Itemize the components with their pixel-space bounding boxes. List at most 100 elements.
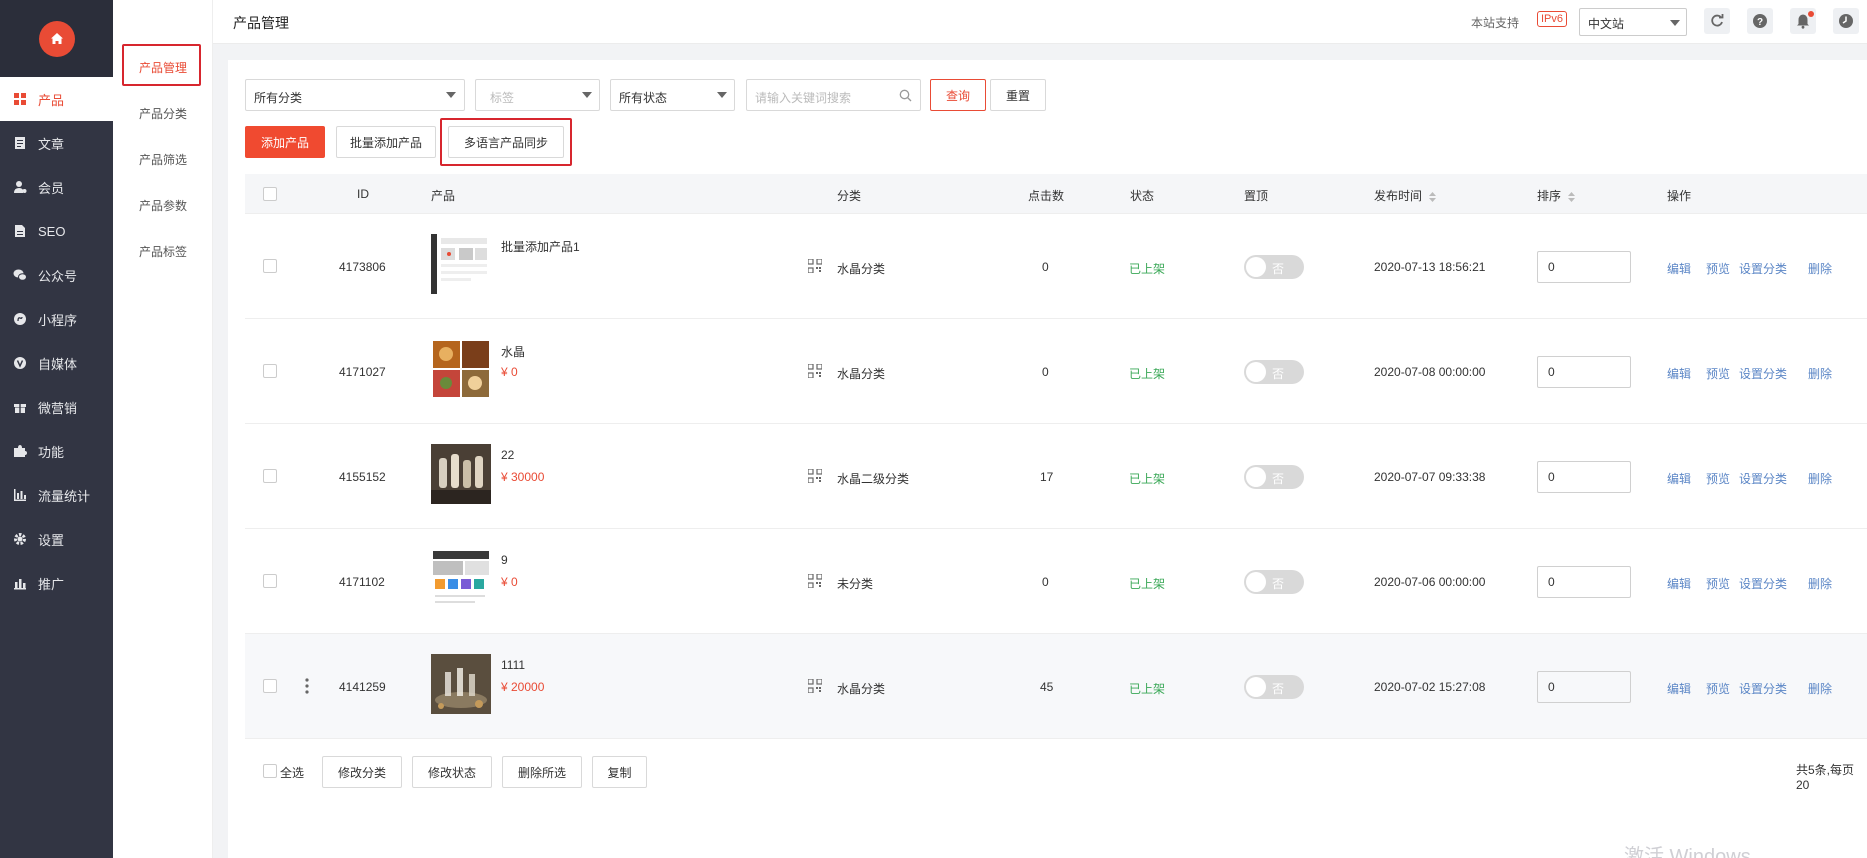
nav-item-members[interactable]: 会员	[0, 165, 113, 209]
subnav-item-product-management[interactable]: 产品管理	[123, 51, 213, 83]
pin-toggle[interactable]: 否	[1244, 360, 1304, 384]
edit-link[interactable]: 编辑	[1667, 365, 1691, 382]
product-name[interactable]: 1111	[501, 658, 525, 672]
table-row[interactable]: 4155152 22 ¥ 30000 水晶二级分类 17 已上架 否 2020-…	[245, 424, 1867, 529]
table-row[interactable]: 4173806 批量添加产品1 水晶分类 0 已上架 否 2020-07-13 …	[245, 214, 1867, 319]
product-name[interactable]: 9	[501, 553, 508, 567]
table-row[interactable]: 4171102 9 ¥ 0 未分类 0 已上架 否 2020-07-06 00:…	[245, 529, 1867, 634]
row-checkbox[interactable]	[263, 574, 277, 588]
product-thumbnail[interactable]	[431, 339, 491, 399]
notification-button[interactable]	[1790, 8, 1816, 34]
pin-toggle[interactable]: 否	[1244, 570, 1304, 594]
nav-item-articles[interactable]: 文章	[0, 121, 113, 165]
product-thumbnail[interactable]	[431, 234, 491, 294]
refresh-icon	[1711, 14, 1724, 27]
multi-language-sync-button[interactable]: 多语言产品同步	[448, 126, 564, 158]
sort-input[interactable]: 0	[1537, 356, 1631, 388]
table-row[interactable]: 4141259 1111 ¥ 20000 水晶分类 45 已上架 否 2020-…	[245, 634, 1867, 739]
qrcode-icon[interactable]	[808, 469, 822, 483]
history-button[interactable]	[1833, 8, 1859, 34]
sort-input[interactable]: 0	[1537, 461, 1631, 493]
nav-item-micro-marketing[interactable]: 微营销	[0, 385, 113, 429]
subnav-item-product-params[interactable]: 产品参数	[123, 189, 213, 221]
preview-link[interactable]: 预览	[1706, 260, 1730, 277]
product-thumbnail[interactable]	[431, 444, 491, 504]
home-icon[interactable]	[38, 20, 75, 57]
subnav-item-product-filter[interactable]: 产品筛选	[123, 143, 213, 175]
qrcode-icon[interactable]	[808, 574, 822, 588]
sort-input[interactable]: 0	[1537, 251, 1631, 283]
preview-link[interactable]: 预览	[1706, 680, 1730, 697]
col-sort[interactable]: 排序	[1537, 187, 1576, 204]
pin-toggle[interactable]: 否	[1244, 675, 1304, 699]
select-all-label[interactable]: 全选	[280, 764, 304, 781]
row-checkbox[interactable]	[263, 364, 277, 378]
language-select[interactable]: 中文站	[1579, 8, 1687, 36]
nav-item-products[interactable]: 产品	[0, 77, 113, 121]
nav-item-seo[interactable]: SEO	[0, 209, 113, 253]
add-product-button[interactable]: 添加产品	[245, 126, 325, 158]
reset-button[interactable]: 重置	[990, 79, 1046, 111]
edit-link[interactable]: 编辑	[1667, 575, 1691, 592]
pin-toggle[interactable]: 否	[1244, 465, 1304, 489]
nav-item-mini-program[interactable]: 小程序	[0, 297, 113, 341]
product-name[interactable]: 22	[501, 448, 514, 462]
change-category-button[interactable]: 修改分类	[322, 756, 402, 788]
status-filter-select[interactable]: 所有状态	[610, 79, 735, 111]
product-name[interactable]: 水晶	[501, 343, 525, 360]
nav-item-features[interactable]: 功能	[0, 429, 113, 473]
tag-filter-select[interactable]: 标签	[475, 79, 600, 111]
row-publish-time: 2020-07-06 00:00:00	[1374, 575, 1486, 589]
edit-link[interactable]: 编辑	[1667, 680, 1691, 697]
set-category-link[interactable]: 设置分类	[1739, 575, 1787, 592]
search-input[interactable]: 请输入关键词搜索	[746, 79, 921, 111]
subnav-item-product-category[interactable]: 产品分类	[123, 97, 213, 129]
delete-selected-button[interactable]: 删除所选	[502, 756, 582, 788]
qrcode-icon[interactable]	[808, 259, 822, 273]
delete-link[interactable]: 删除	[1808, 470, 1832, 487]
copy-button[interactable]: 复制	[592, 756, 647, 788]
set-category-link[interactable]: 设置分类	[1739, 680, 1787, 697]
nav-item-traffic-stats[interactable]: 流量统计	[0, 473, 113, 517]
qrcode-icon[interactable]	[808, 679, 822, 693]
row-checkbox[interactable]	[263, 259, 277, 273]
preview-link[interactable]: 预览	[1706, 365, 1730, 382]
table-row[interactable]: 4171027 水晶 ¥ 0 水晶分类 0 已上架 否 2020-07-08 0…	[245, 319, 1867, 424]
nav-item-self-media[interactable]: 自媒体	[0, 341, 113, 385]
change-status-button[interactable]: 修改状态	[412, 756, 492, 788]
preview-link[interactable]: 预览	[1706, 470, 1730, 487]
refresh-button[interactable]	[1704, 8, 1730, 34]
category-filter-select[interactable]: 所有分类	[245, 79, 465, 111]
product-name[interactable]: 批量添加产品1	[501, 238, 580, 255]
sort-input[interactable]: 0	[1537, 566, 1631, 598]
preview-link[interactable]: 预览	[1706, 575, 1730, 592]
batch-add-product-button[interactable]: 批量添加产品	[336, 126, 436, 158]
subnav-item-product-tags[interactable]: 产品标签	[123, 235, 213, 267]
nav-item-promotion[interactable]: 推广	[0, 561, 113, 605]
help-button[interactable]: ?	[1747, 8, 1773, 34]
set-category-link[interactable]: 设置分类	[1739, 470, 1787, 487]
product-thumbnail[interactable]	[431, 654, 491, 714]
header-checkbox[interactable]	[263, 187, 277, 201]
more-vertical-icon[interactable]	[305, 678, 309, 694]
edit-link[interactable]: 编辑	[1667, 470, 1691, 487]
nav-item-settings[interactable]: 设置	[0, 517, 113, 561]
row-checkbox[interactable]	[263, 469, 277, 483]
set-category-link[interactable]: 设置分类	[1739, 260, 1787, 277]
pin-toggle[interactable]: 否	[1244, 255, 1304, 279]
delete-link[interactable]: 删除	[1808, 680, 1832, 697]
delete-link[interactable]: 删除	[1808, 260, 1832, 277]
select-all-checkbox[interactable]	[263, 764, 277, 778]
sort-input[interactable]: 0	[1537, 671, 1631, 703]
table-header: ID 产品 分类 点击数 状态 置顶 发布时间 排序 操作	[245, 174, 1867, 214]
query-button[interactable]: 查询	[930, 79, 986, 111]
delete-link[interactable]: 删除	[1808, 575, 1832, 592]
delete-link[interactable]: 删除	[1808, 365, 1832, 382]
nav-item-official-account[interactable]: 公众号	[0, 253, 113, 297]
col-publish-time[interactable]: 发布时间	[1374, 187, 1437, 204]
edit-link[interactable]: 编辑	[1667, 260, 1691, 277]
product-thumbnail[interactable]	[431, 549, 491, 609]
qrcode-icon[interactable]	[808, 364, 822, 378]
row-checkbox[interactable]	[263, 679, 277, 693]
set-category-link[interactable]: 设置分类	[1739, 365, 1787, 382]
